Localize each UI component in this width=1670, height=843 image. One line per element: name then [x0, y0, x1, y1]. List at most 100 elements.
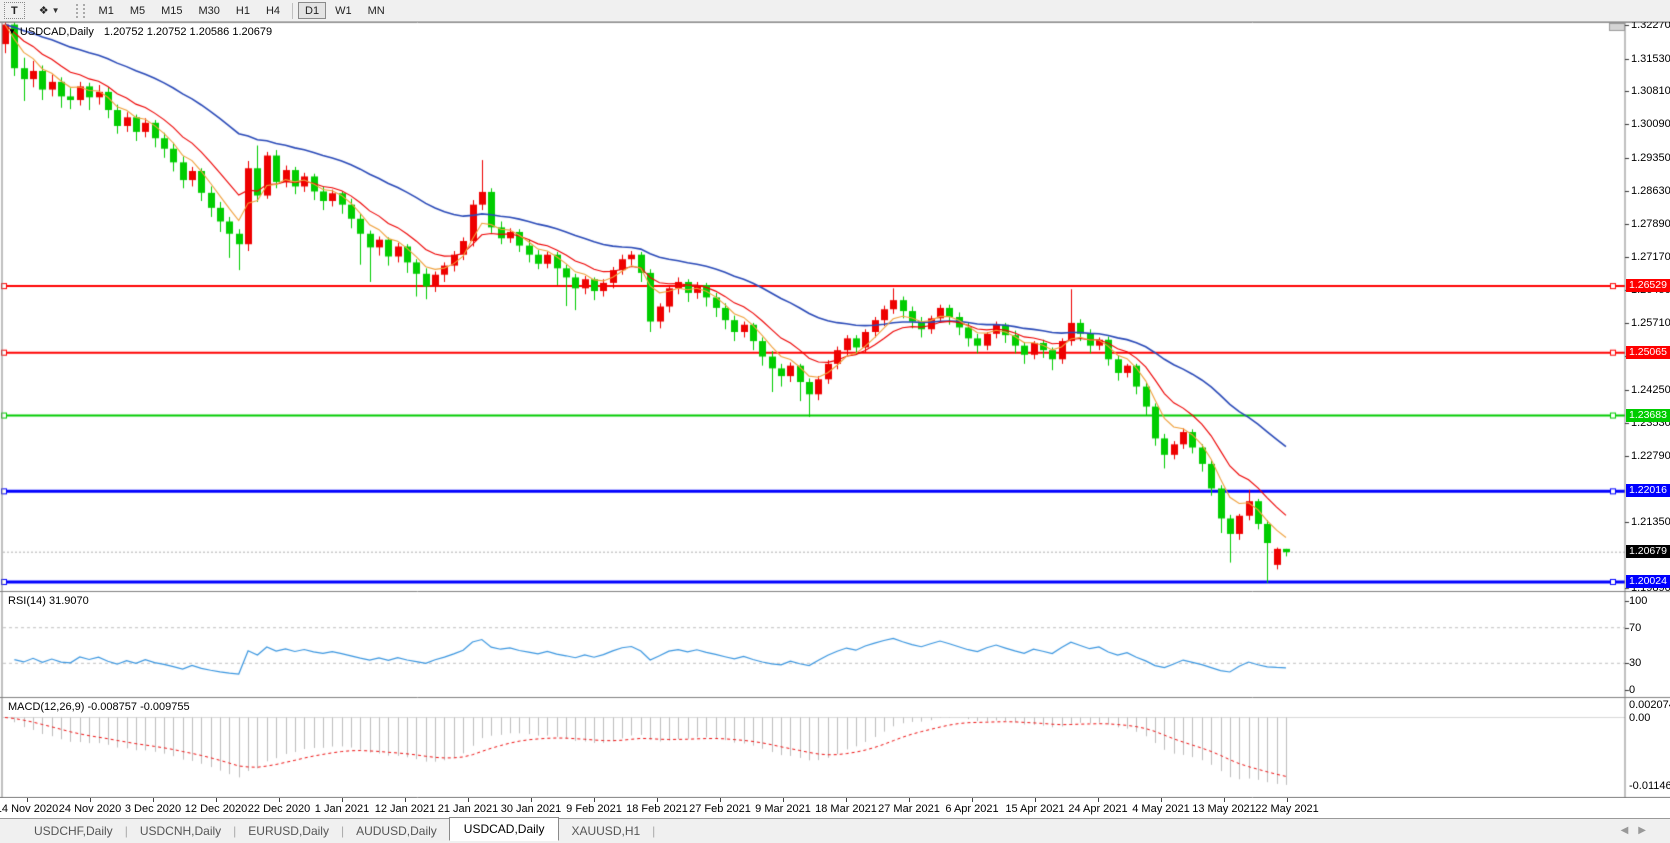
time-axis-tick: [1035, 798, 1036, 802]
chart-tab-usdcnh[interactable]: USDCNH,Daily: [128, 821, 233, 841]
text-tool-button[interactable]: T: [4, 2, 25, 19]
rsi-indicator-label: RSI(14) 31.9070: [8, 595, 89, 607]
price-axis-tick: 1.27170: [1631, 250, 1670, 263]
price-axis-tick: 1.29350: [1631, 151, 1670, 164]
chart-tab-xauusd[interactable]: XAUUSD,H1: [559, 821, 652, 841]
hline-price-tag: 1.23683: [1626, 408, 1670, 422]
price-axis-tick: 1.21350: [1631, 515, 1670, 528]
time-axis-tick: [1224, 798, 1225, 802]
time-axis-label: 21 Jan 2021: [437, 803, 499, 815]
time-axis-tick: [846, 798, 847, 802]
rsi-axis-tick: 70: [1629, 621, 1642, 634]
price-axis-tick: 1.30810: [1631, 85, 1670, 98]
time-axis-label: 24 Apr 2021: [1068, 803, 1128, 815]
time-axis-tick: [153, 798, 154, 802]
time-axis-tick: [468, 798, 469, 802]
price-axis-tick: 1.28630: [1631, 184, 1670, 197]
timeframe-button-mn[interactable]: MN: [361, 2, 392, 19]
time-axis-label: 22 Dec 2020: [247, 803, 311, 815]
metatrader-window: T ❖ ▼ M1 M5 M15 M30 H1 H4 D1 W1 MN ▼ USDCAD,Daily…: [0, 0, 1670, 843]
chart-tab-audusd[interactable]: AUDUSD,Daily: [344, 821, 449, 841]
chart-tab-eurusd[interactable]: EURUSD,Daily: [236, 821, 341, 841]
time-axis-label: 14 Nov 2020: [0, 803, 59, 815]
chevron-down-icon: ▼: [51, 6, 60, 15]
time-axis-label: 12 Dec 2020: [184, 803, 248, 815]
time-axis-tick: [279, 798, 280, 802]
time-axis-label: 15 Apr 2021: [1005, 803, 1065, 815]
time-axis-label: 4 May 2021: [1132, 803, 1190, 815]
price-axis-tick: 1.25710: [1631, 317, 1670, 330]
time-axis-tick: [783, 798, 784, 802]
timeframe-button-d1[interactable]: D1: [298, 2, 327, 19]
toolbar: T ❖ ▼ M1 M5 M15 M30 H1 H4 D1 W1 MN: [0, 0, 1670, 22]
time-axis-label: 9 Mar 2021: [755, 803, 811, 815]
time-axis-tick: [405, 798, 406, 802]
timeframe-button-h4[interactable]: H4: [259, 2, 287, 19]
timeframe-button-m1[interactable]: M1: [92, 2, 121, 19]
time-axis-tick: [342, 798, 343, 802]
timeframe-button-m5[interactable]: M5: [123, 2, 152, 19]
timeframe-button-w1[interactable]: W1: [328, 2, 359, 19]
rsi-axis-tick: 100: [1629, 595, 1648, 607]
time-axis-label: 30 Jan 2021: [500, 803, 562, 815]
price-axis-tick: 1.31530: [1631, 52, 1670, 65]
time-axis-label: 9 Feb 2021: [566, 803, 622, 815]
time-axis-tick: [90, 798, 91, 802]
hline-price-tag: 1.25065: [1626, 345, 1670, 359]
time-axis-label: 27 Mar 2021: [878, 803, 940, 815]
price-axis-tick: 1.30090: [1631, 118, 1670, 131]
chart-tab-usdchf[interactable]: USDCHF,Daily: [22, 821, 125, 841]
timeframe-button-h1[interactable]: H1: [229, 2, 257, 19]
price-axis-tick: 1.22790: [1631, 450, 1670, 463]
time-axis-tick: [657, 798, 658, 802]
macd-axis-tick: -0.011462: [1629, 780, 1670, 792]
macd-indicator-label: MACD(12,26,9) -0.008757 -0.009755: [8, 701, 190, 713]
rsi-axis-tick: 0: [1629, 684, 1636, 696]
time-axis-tick: [720, 798, 721, 802]
chart-title: ▼ USDCAD,Daily 1.20752 1.20752 1.20586 1.2…: [8, 26, 272, 38]
time-axis-label: 18 Feb 2021: [626, 803, 688, 815]
chart-canvas[interactable]: [0, 0, 1670, 843]
ohlc-values: 1.20752 1.20752 1.20586 1.20679: [103, 26, 273, 38]
tab-scroll-arrows[interactable]: ◀▶: [1621, 825, 1656, 836]
time-axis-tick: [1161, 798, 1162, 802]
symbol-period-label: USDCAD,Daily: [19, 26, 94, 38]
hline-price-tag: 1.26529: [1626, 279, 1670, 293]
time-axis-label: 13 May 2021: [1192, 803, 1256, 815]
timeframe-button-m15[interactable]: M15: [154, 2, 189, 19]
time-axis-tick: [27, 798, 28, 802]
macd-axis-tick: 0.00: [1629, 711, 1651, 724]
time-axis-label: 1 Jan 2021: [314, 803, 370, 815]
time-axis: 14 Nov 2020 24 Nov 2020 3 Dec 2020 12 Dec 2…: [0, 798, 1670, 818]
price-axis-tick: 1.24250: [1631, 383, 1670, 396]
scroll-right-icon[interactable]: ▶: [1638, 825, 1656, 836]
crosshair-icon: ❖: [38, 5, 49, 17]
time-axis-tick: [216, 798, 217, 802]
timeframe-button-m30[interactable]: M30: [192, 2, 227, 19]
tab-separator: |: [652, 824, 656, 838]
chart-tab-usdcad[interactable]: USDCAD,Daily: [448, 817, 560, 841]
toolbar-separator: [292, 2, 294, 19]
time-axis-label: 3 Dec 2020: [124, 803, 182, 815]
hline-price-tag: 1.22016: [1626, 484, 1670, 498]
time-axis-label: 18 Mar 2021: [815, 803, 877, 815]
time-axis-label: 27 Feb 2021: [689, 803, 751, 815]
time-axis-tick: [972, 798, 973, 802]
time-axis-tick: [909, 798, 910, 802]
collapse-triangle-icon: ▼: [8, 27, 16, 36]
time-axis-tick: [594, 798, 595, 802]
time-axis-label: 12 Jan 2021: [374, 803, 436, 815]
time-axis-tick: [1287, 798, 1288, 802]
timeframe-group: M1 M5 M15 M30 H1 H4 D1 W1 MN: [91, 2, 393, 19]
crosshair-tool-button[interactable]: ❖ ▼: [32, 2, 67, 19]
time-axis-label: 6 Apr 2021: [945, 803, 999, 815]
macd-axis-tick: 0.002074: [1629, 698, 1670, 711]
rsi-axis-tick: 30: [1629, 657, 1642, 670]
hline-price-tag: 1.20024: [1626, 574, 1670, 588]
toolbar-grip: [75, 3, 85, 18]
time-axis-label: 22 May 2021: [1255, 803, 1319, 815]
time-axis-label: 24 Nov 2020: [58, 803, 122, 815]
time-axis-tick: [1098, 798, 1099, 802]
current-price-tag: 1.20679: [1626, 545, 1670, 559]
scroll-left-icon[interactable]: ◀: [1621, 825, 1639, 836]
